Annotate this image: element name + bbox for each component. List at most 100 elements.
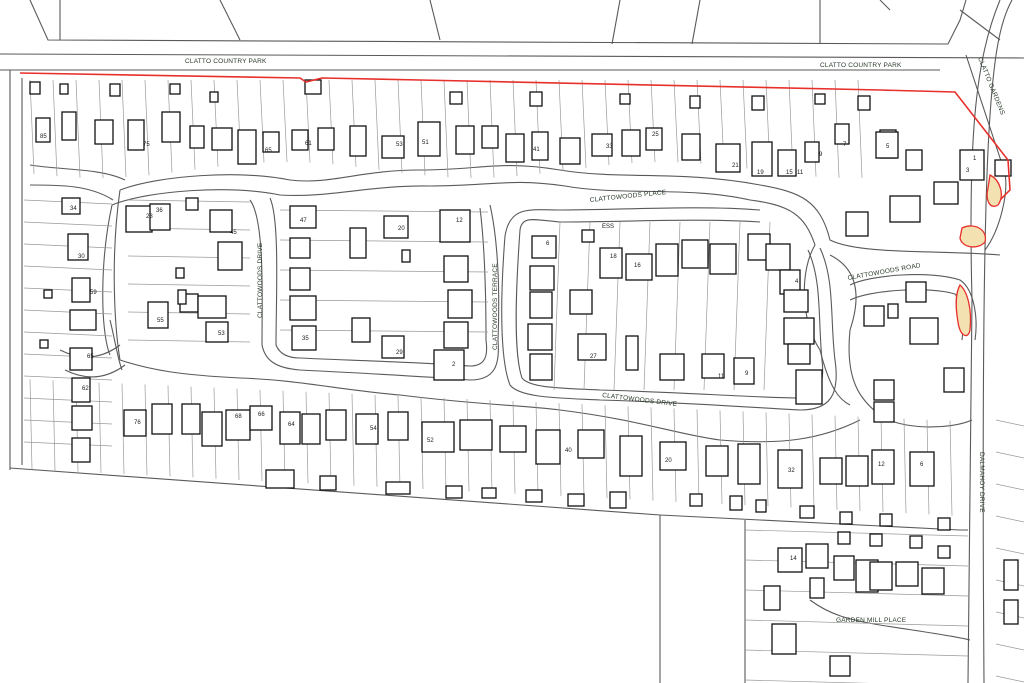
label-clattowoods-road: CLATTOWOODS ROAD [847,262,921,282]
building-footprint [863,305,885,327]
plot-boundary-line [144,79,150,176]
plot-boundary-line [995,419,1024,427]
building-footprint [763,585,781,611]
clattowoods-outer-loop [111,165,1001,443]
house-number: 54 [370,426,377,432]
building-footprint [185,197,199,211]
building-footprint [834,123,850,145]
plot-boundary-line [604,405,608,499]
building-footprint [1003,599,1019,625]
building-footprint [829,655,851,677]
building-footprint [205,321,229,343]
building-footprint [531,131,549,161]
building-footprint [845,211,869,237]
building-footprint [201,411,223,447]
building-footprint [505,133,525,163]
building-footprint [147,301,169,329]
house-number: 61 [305,141,312,147]
building-footprint [619,93,631,105]
house-number: 20 [665,458,672,464]
building-footprint [289,295,317,321]
building-footprint [211,127,233,151]
plot-boundary-line [52,380,56,471]
house-number: 76 [134,420,141,426]
building-footprint [873,401,895,423]
building-footprint [879,513,893,527]
house-number: 11 [797,170,804,176]
building-footprint [873,379,895,401]
house-number: 18 [610,254,617,260]
house-number: 28 [146,214,153,220]
building-footprint [401,249,411,263]
building-footprint [783,317,815,345]
label-dalmahoy-drive: DALMAHOY DRIVE [978,452,985,513]
building-footprint [625,335,639,371]
building-footprint [499,425,527,453]
building-footprint [289,237,311,259]
label-clattowoods-terrace: CLATTOWOODS TERRACE [492,263,499,350]
plot-boundary-line [995,451,1024,459]
building-footprint [387,411,409,441]
house-number: 51 [422,140,429,146]
label-clattowoods-drive-south: CLATTOWOODS DRIVE [602,392,678,408]
building-footprint [933,181,959,205]
house-number: 12 [878,462,885,468]
site-boundary-patch-mid [959,225,987,248]
building-footprint [659,353,685,381]
building-footprint [527,323,553,351]
building-footprint [317,127,335,151]
building-footprint [857,95,871,111]
building-footprint [237,129,257,165]
site-boundary-patch-south [955,283,972,337]
building-footprint [94,119,114,145]
plot-boundary-line [23,397,113,403]
building-footprint [417,121,441,157]
plot-boundary-line [742,79,748,169]
south-boundary-line [9,467,971,683]
building-footprint [481,125,499,149]
building-footprint [481,487,497,499]
building-footprint [937,545,951,559]
plot-boundary-line [23,419,113,425]
plot-boundary-line [23,287,113,293]
building-footprint [325,409,347,441]
building-footprint [209,209,233,233]
plot-boundary-line [351,393,355,486]
plot-boundary-line [995,515,1024,523]
building-footprint [751,95,765,111]
plot-boundary-line [995,483,1024,491]
house-number: 33 [606,144,613,150]
building-footprint [181,403,201,435]
building-footprint [439,209,471,243]
house-number: 55 [157,318,164,324]
plot-boundary-line [581,79,587,168]
building-footprint [127,119,145,151]
building-footprint [531,235,557,259]
label-clattowoods-drive-west: CLATTOWOODS DRIVE [257,242,264,318]
label-garden-mill-place: GARDEN MILL PLACE [836,617,907,624]
plot-boundary-line [127,339,251,343]
house-number: 12 [456,218,463,224]
plot-boundary-line [643,221,651,391]
plot-boundary-line [190,79,196,170]
building-footprint [755,499,767,513]
plot-boundary-line [23,265,113,271]
building-footprint [765,243,791,271]
building-footprint [581,229,595,243]
plot-boundary-line [995,675,1024,683]
building-footprint [795,369,823,405]
building-footprint [459,419,493,451]
building-footprint [621,129,641,157]
building-footprint [845,455,869,487]
building-footprint [209,91,219,103]
house-number: 41 [533,147,540,153]
building-footprint [681,239,709,269]
house-number: 35 [302,336,309,342]
building-footprint [177,289,187,305]
house-number: 40 [565,448,572,454]
building-footprint [577,429,605,459]
building-footprint [619,435,643,477]
building-footprint [217,241,243,271]
building-footprint [535,429,561,465]
building-footprint [529,91,543,107]
